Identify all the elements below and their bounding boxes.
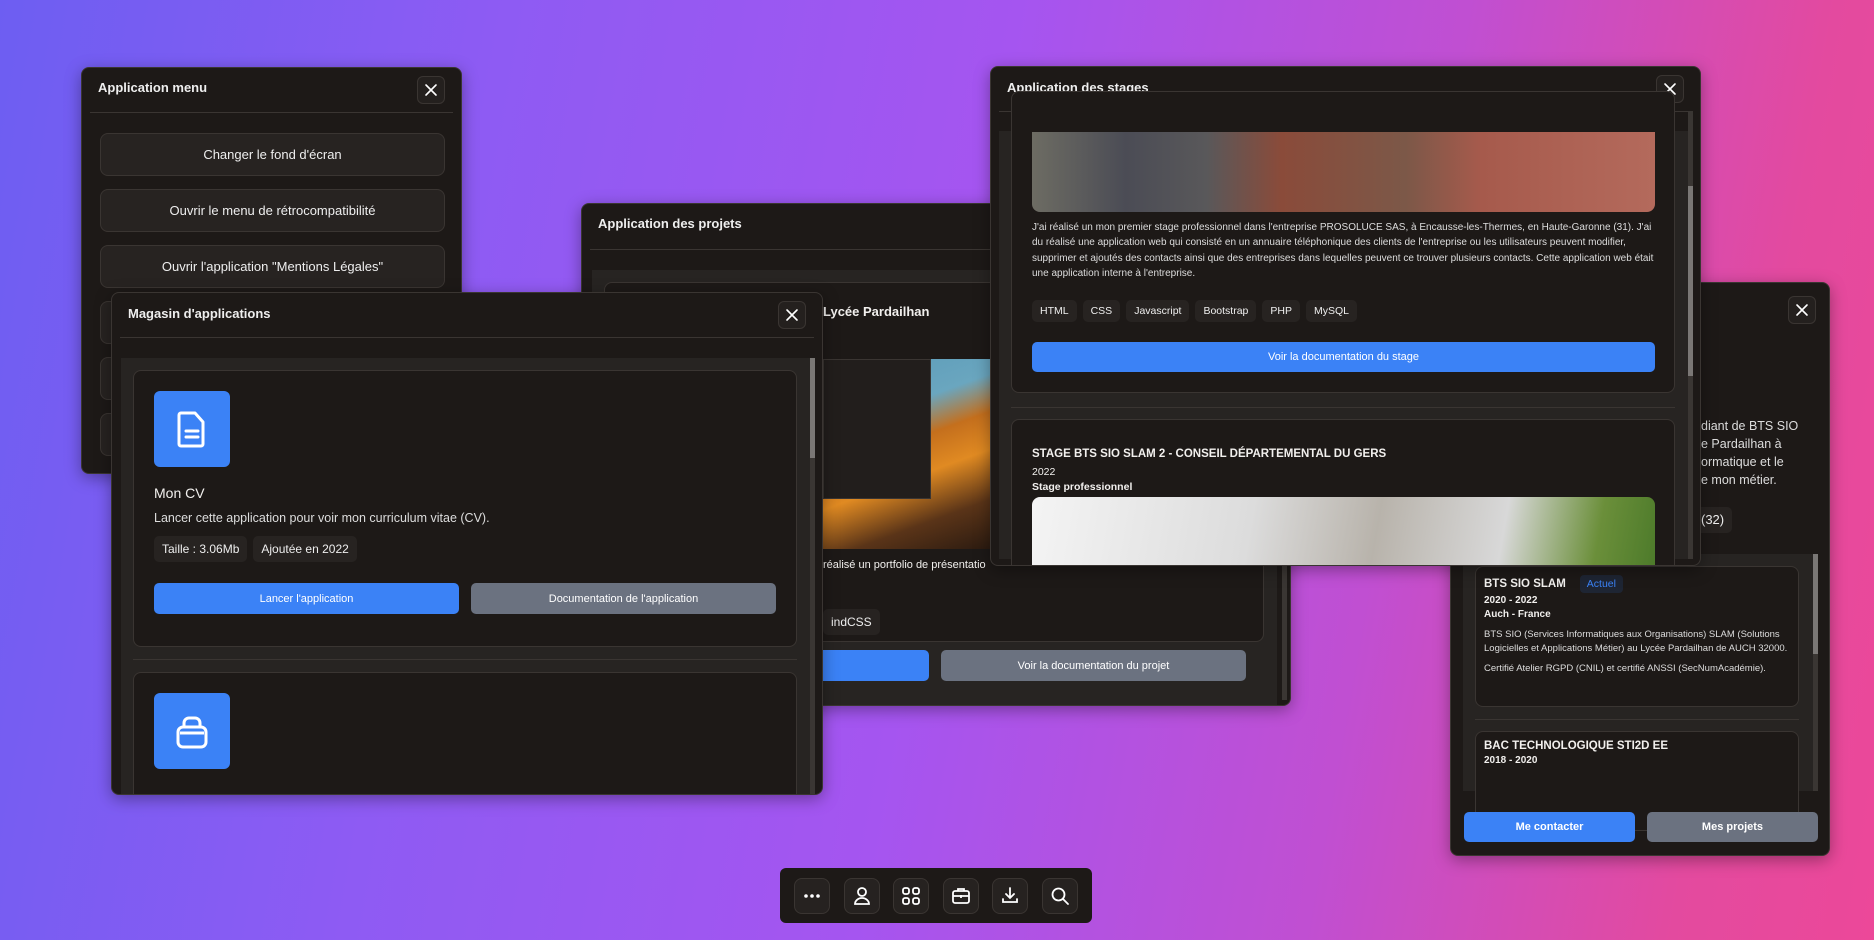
briefcase-icon [951, 887, 970, 904]
education-certifications: Certifié Atelier RGPD (CNIL) et certifié… [1484, 663, 1766, 674]
download-icon [1002, 886, 1019, 903]
close-button[interactable] [417, 76, 445, 104]
project-screenshot [823, 359, 993, 549]
app-name: Mon CV [154, 485, 205, 501]
scrollbar-thumb[interactable] [1688, 186, 1693, 376]
close-icon [1794, 302, 1810, 318]
window-title: Magasin d'applications [128, 306, 271, 321]
legal-mentions-button[interactable]: Ouvrir l'application "Mentions Légales" [100, 245, 445, 288]
tag: HTML [1032, 300, 1077, 322]
more-button[interactable] [794, 877, 831, 914]
education-years: 2020 - 2022 [1484, 595, 1538, 606]
search-button[interactable] [1041, 877, 1078, 914]
apps-grid-icon [902, 886, 921, 905]
internship-title: STAGE BTS SIO SLAM 2 - CONSEIL DÉPARTEME… [1032, 448, 1387, 460]
window-title: Application des projets [598, 216, 742, 231]
search-icon [1051, 887, 1069, 905]
separator [1475, 719, 1799, 720]
app-tags: Taille : 3.06Mb Ajoutée en 2022 [154, 536, 363, 562]
internship-photo [1032, 497, 1655, 565]
internship-photo [1032, 132, 1655, 212]
internship-card: J'ai réalisé un mon premier stage profes… [1011, 91, 1675, 393]
retrocompat-menu-button[interactable]: Ouvrir le menu de rétrocompatibilité [100, 189, 445, 232]
profile-button[interactable] [843, 877, 880, 914]
app-store-window: Magasin d'applications Mon CV Lancer cet… [111, 292, 823, 795]
my-projects-button[interactable]: Mes projets [1647, 812, 1818, 842]
taskbar [780, 868, 1092, 923]
education-scroll-area[interactable]: BTS SIO SLAM Actuel 2020 - 2022 Auch - F… [1463, 554, 1818, 831]
intro-line: ormatique et le [1701, 455, 1784, 469]
close-icon [784, 307, 800, 323]
project-description: réalisé un portfolio de présentatio [823, 559, 986, 571]
internship-docs-button[interactable]: Voir la documentation du stage [1032, 342, 1655, 372]
download-button[interactable] [992, 877, 1029, 914]
tag: Javascript [1126, 300, 1190, 322]
app-docs-button[interactable]: Documentation de l'application [471, 583, 776, 614]
size-tag: Taille : 3.06Mb [154, 536, 248, 562]
app-card-2 [133, 672, 797, 794]
project-title: Lycée Pardailhan [823, 304, 930, 319]
more-icon [804, 893, 821, 898]
close-icon [423, 82, 439, 98]
project-tag: indCSS [823, 609, 886, 635]
internship-card: STAGE BTS SIO SLAM 2 - CONSEIL DÉPARTEME… [1011, 419, 1675, 565]
scrollbar-thumb[interactable] [810, 358, 815, 458]
internship-type: Stage professionnel [1032, 481, 1133, 493]
tag: Bootstrap [1195, 300, 1257, 322]
scrollbar[interactable] [1813, 554, 1818, 791]
internships-button[interactable] [942, 877, 979, 914]
project-docs-button[interactable]: Voir la documentation du projet [941, 650, 1246, 681]
separator [133, 659, 797, 660]
contact-button[interactable]: Me contacter [1464, 812, 1635, 842]
scrollbar-thumb[interactable] [1813, 554, 1818, 654]
internships-scroll-area[interactable]: J'ai réalisé un mon premier stage profes… [999, 91, 1689, 565]
added-tag: Ajoutée en 2022 [253, 536, 357, 562]
cv-intro: diant de BTS SIO e Pardailhan à ormatiqu… [1701, 417, 1798, 489]
change-wallpaper-button[interactable]: Changer le fond d'écran [100, 133, 445, 176]
internships-window: Application des stages J'ai réalisé un m… [990, 66, 1701, 566]
internship-description: J'ai réalisé un mon premier stage profes… [1032, 222, 1654, 279]
lock-icon [154, 693, 230, 769]
launch-app-button[interactable]: Lancer l'application [154, 583, 459, 614]
tag: indCSS [823, 609, 880, 635]
intro-line: e mon métier. [1701, 473, 1777, 487]
intro-line: diant de BTS SIO [1701, 419, 1799, 433]
education-description: BTS SIO (Services Informatiques aux Orga… [1484, 629, 1788, 654]
separator [1011, 407, 1675, 408]
user-icon [853, 886, 870, 905]
window-title: Application menu [98, 80, 208, 95]
tag: CSS [1082, 300, 1121, 322]
store-scroll-area[interactable]: Mon CV Lancer cette application pour voi… [121, 358, 815, 794]
education-title: BTS SIO SLAM [1484, 578, 1566, 590]
tag: MySQL [1306, 300, 1358, 322]
scrollbar[interactable] [1688, 111, 1693, 559]
document-icon [154, 391, 230, 467]
divider [120, 337, 814, 338]
tech-tags: HTML CSS Javascript Bootstrap PHP MySQL [1032, 300, 1363, 322]
education-years: 2018 - 2020 [1484, 755, 1538, 766]
education-location: Auch - France [1484, 609, 1551, 620]
apps-button[interactable] [893, 877, 930, 914]
current-badge: Actuel [1579, 575, 1623, 593]
divider [90, 112, 453, 113]
internship-year: 2022 [1032, 466, 1056, 478]
close-button[interactable] [778, 301, 806, 329]
scrollbar[interactable] [810, 358, 815, 794]
intro-line: e Pardailhan à [1701, 437, 1782, 451]
close-button[interactable] [1788, 296, 1816, 324]
tag: PHP [1262, 300, 1300, 322]
app-card-cv: Mon CV Lancer cette application pour voi… [133, 370, 797, 647]
app-description: Lancer cette application pour voir mon c… [154, 511, 490, 525]
education-title: BAC TECHNOLOGIQUE STI2D EE [1484, 740, 1669, 752]
education-card: BTS SIO SLAM Actuel 2020 - 2022 Auch - F… [1475, 566, 1799, 707]
